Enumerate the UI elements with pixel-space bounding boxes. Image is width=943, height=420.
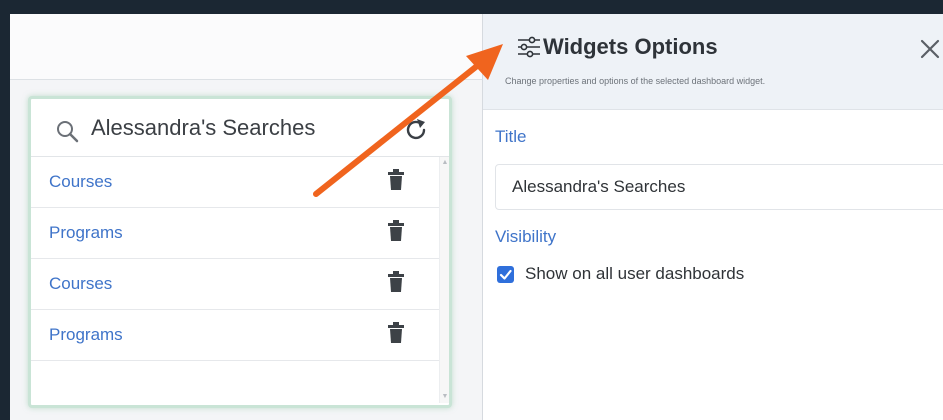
screen: Alessandra's Searches Courses Programs C… <box>10 14 943 420</box>
checkbox-label[interactable]: Show on all user dashboards <box>525 264 744 284</box>
list-item: Programs <box>31 208 439 259</box>
scroll-up-icon[interactable]: ▲ <box>441 159 449 167</box>
saved-search-link[interactable]: Courses <box>49 274 112 294</box>
sliders-icon <box>518 36 540 58</box>
title-field-label: Title <box>495 127 527 146</box>
widget-options-panel: Widgets Options Change properties and op… <box>482 14 943 420</box>
scroll-down-icon[interactable]: ▼ <box>441 393 449 401</box>
panel-header: Widgets Options Change properties and op… <box>483 14 943 110</box>
visibility-label: Visibility <box>495 227 557 246</box>
show-on-all-dashboards-checkbox[interactable] <box>497 266 514 283</box>
saved-search-link[interactable]: Programs <box>49 325 123 345</box>
refresh-icon[interactable] <box>403 117 429 143</box>
list-item: Programs <box>31 310 439 361</box>
checkmark-icon <box>499 269 512 280</box>
list-scrollbar[interactable]: ▲ ▼ <box>439 157 449 403</box>
widget-header: Alessandra's Searches <box>31 99 449 157</box>
panel-title: Widgets Options <box>543 34 718 59</box>
title-input[interactable] <box>495 164 943 210</box>
dashboard-top-bar <box>10 14 482 80</box>
trash-icon[interactable] <box>387 322 405 344</box>
panel-subtitle: Change properties and options of the sel… <box>505 76 766 86</box>
list-item: Courses <box>31 157 439 208</box>
searches-widget[interactable]: Alessandra's Searches Courses Programs C… <box>28 96 452 408</box>
list-item: Courses <box>31 259 439 310</box>
search-icon <box>57 121 79 143</box>
trash-icon[interactable] <box>387 220 405 242</box>
saved-search-link[interactable]: Programs <box>49 223 123 243</box>
dashboard-area: Alessandra's Searches Courses Programs C… <box>10 14 482 420</box>
widget-title: Alessandra's Searches <box>91 115 316 140</box>
close-icon[interactable] <box>919 38 941 60</box>
trash-icon[interactable] <box>387 271 405 293</box>
saved-searches-list: Courses Programs Courses Programs <box>31 157 439 403</box>
saved-search-link[interactable]: Courses <box>49 172 112 192</box>
trash-icon[interactable] <box>387 169 405 191</box>
